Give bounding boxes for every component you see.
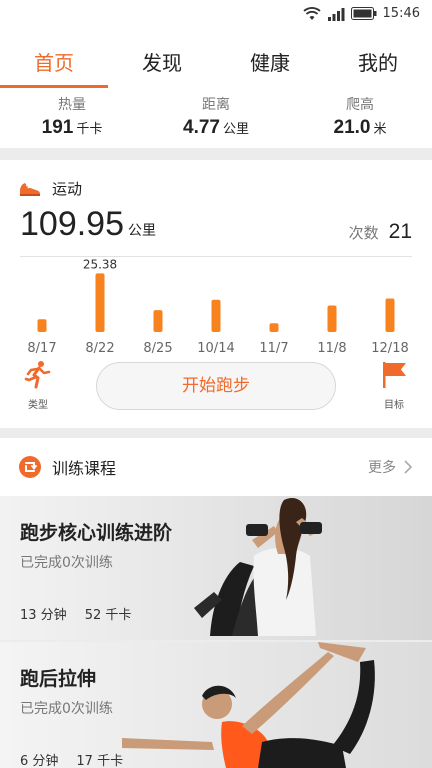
- course-title: 跑后拉伸: [20, 668, 97, 690]
- status-bar: 15:46: [0, 0, 432, 30]
- tab-home[interactable]: 首页: [0, 30, 108, 88]
- chevron-right-icon: [404, 460, 412, 474]
- course-card-post-run-stretch[interactable]: 跑后拉伸 已完成0次训练 6 分钟 17 千卡: [0, 642, 432, 768]
- course-calories: 17 千卡: [76, 754, 124, 768]
- sport-card[interactable]: 运动 109.95 公里 次数 21 8/17 8/22 8/25 10/14 11/7…: [0, 160, 432, 428]
- run-type-label: 类型: [28, 400, 48, 411]
- flag-icon: [383, 362, 406, 388]
- sport-header: 运动: [18, 178, 82, 199]
- stat-climb-value-row: 21.0 米: [288, 117, 432, 139]
- tab-discover[interactable]: 发现: [108, 30, 216, 88]
- stat-distance-value-row: 4.77 公里: [144, 117, 288, 139]
- wifi-icon: [302, 6, 321, 20]
- chart-bar-11-8[interactable]: [327, 305, 337, 332]
- run-type-button[interactable]: 类型: [20, 360, 56, 411]
- goal-button[interactable]: 目标: [378, 360, 410, 411]
- stat-climb-label: 爬高: [346, 97, 374, 113]
- training-title: 训练课程: [52, 459, 117, 478]
- chart-tick-label: 8/22: [85, 341, 114, 356]
- daily-stats: 热量 191 千卡 距离 4.77 公里 爬高 21.0 米: [0, 88, 432, 148]
- total-distance: 109.95 公里: [20, 205, 156, 244]
- run-count: 次数 21: [349, 220, 412, 244]
- stat-climb-unit: 米: [373, 122, 387, 137]
- chart-bar-10-14[interactable]: [211, 299, 221, 332]
- stat-calories-value-row: 191 千卡: [0, 117, 144, 139]
- course-duration: 6 分钟: [20, 754, 59, 768]
- stat-distance-unit: 公里: [222, 122, 249, 137]
- course-meta: 13 分钟 52 千卡: [20, 604, 131, 623]
- course-title: 跑步核心训练进阶: [20, 522, 173, 544]
- stat-climb[interactable]: 爬高 21.0 米: [288, 88, 432, 148]
- chart-tick-label: 11/8: [317, 341, 346, 356]
- divider: [20, 256, 412, 257]
- course-illustration-stretch: [122, 642, 375, 768]
- training-course-icon: [19, 456, 41, 478]
- chart-bar-11-7[interactable]: [269, 323, 279, 332]
- total-distance-unit: 公里: [128, 223, 156, 239]
- course-subtitle: 已完成0次训练: [20, 701, 113, 717]
- chart-data-label: 25.38: [83, 258, 117, 271]
- stat-calories[interactable]: 热量 191 千卡: [0, 88, 144, 148]
- stat-distance-value: 4.77: [183, 117, 220, 138]
- run-count-label: 次数: [348, 224, 379, 242]
- chart-tick-label: 8/25: [143, 341, 172, 356]
- runner-icon: [24, 361, 51, 389]
- chart-bar-8-17[interactable]: [37, 319, 47, 332]
- battery-icon: [350, 7, 377, 20]
- signal-icon: [327, 7, 345, 21]
- course-meta: 6 分钟 17 千卡: [20, 750, 123, 768]
- running-shoe-icon: [20, 182, 40, 196]
- chart-tick-label: 8/17: [27, 341, 56, 356]
- training-header: 训练课程 更多: [0, 438, 432, 496]
- tab-me[interactable]: 我的: [324, 30, 432, 88]
- tab-health[interactable]: 健康: [216, 30, 324, 88]
- chart-svg: 8/17 8/22 8/25 10/14 11/7 11/8 12/18 25.38: [27, 258, 408, 356]
- course-duration: 13 分钟: [20, 608, 67, 623]
- start-running-button[interactable]: 开始跑步: [96, 362, 336, 410]
- chart-bar-8-22[interactable]: [95, 273, 105, 332]
- chart-bar-8-25[interactable]: [153, 310, 163, 332]
- chart-tick-label: 10/14: [197, 341, 234, 356]
- stat-distance-label: 距离: [202, 97, 230, 113]
- course-illustration-core: [194, 498, 322, 636]
- stat-distance[interactable]: 距离 4.77 公里: [144, 88, 288, 148]
- top-tabs: 首页 发现 健康 我的: [0, 30, 432, 88]
- chart-tick-label: 12/18: [371, 341, 408, 356]
- status-time: 15:46: [382, 6, 420, 21]
- stat-calories-label: 热量: [58, 97, 86, 113]
- sport-title: 运动: [52, 180, 83, 198]
- stat-climb-value: 21.0: [333, 117, 371, 138]
- distance-bar-chart[interactable]: 8/17 8/22 8/25 10/14 11/7 11/8 12/18 25.38: [0, 258, 432, 358]
- more-label: 更多: [368, 460, 396, 476]
- course-subtitle: 已完成0次训练: [20, 555, 113, 571]
- training-title-group: 训练课程: [18, 455, 116, 479]
- course-card-core-training[interactable]: 跑步核心训练进阶 已完成0次训练 13 分钟 52 千卡: [0, 496, 432, 640]
- stat-calories-unit: 千卡: [76, 122, 103, 137]
- course-calories: 52 千卡: [84, 608, 132, 623]
- stat-calories-value: 191: [41, 117, 74, 138]
- chart-tick-label: 11/7: [259, 341, 288, 356]
- training-more-link[interactable]: 更多: [368, 457, 412, 477]
- total-distance-value: 109.95: [20, 205, 124, 243]
- chart-bar-12-18[interactable]: [385, 298, 395, 332]
- goal-label: 目标: [384, 400, 404, 411]
- run-count-value: 21: [388, 220, 412, 243]
